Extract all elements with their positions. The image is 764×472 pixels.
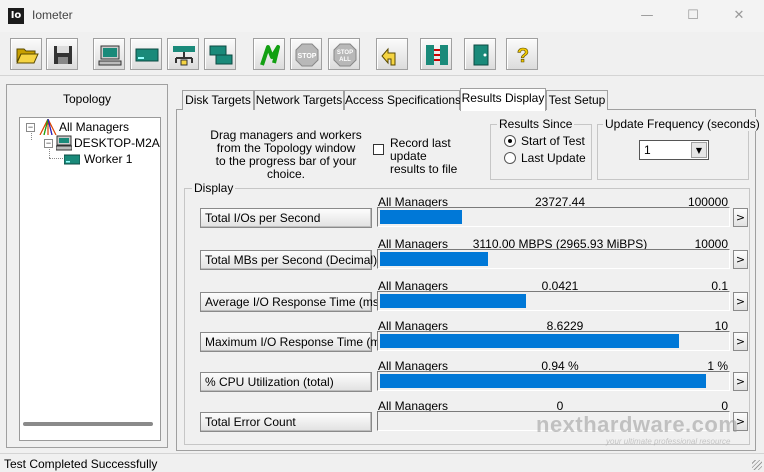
- watermark-tagline: your ultimate professional resource: [606, 437, 731, 446]
- progress-bar[interactable]: [377, 291, 730, 311]
- stop-test-button[interactable]: STOP: [290, 38, 322, 70]
- tab-access-specifications[interactable]: Access Specifications: [344, 90, 461, 110]
- record-last-update-label: Record last update results to file: [390, 137, 490, 176]
- tab-network-targets[interactable]: Network Targets: [254, 90, 344, 110]
- duplicate-worker-button[interactable]: [204, 38, 236, 70]
- window-title: Iometer: [32, 8, 73, 22]
- last-update-radio[interactable]: [504, 152, 516, 164]
- checkbox-label-line: Record last update: [390, 136, 451, 163]
- minimize-button[interactable]: —: [624, 0, 670, 32]
- disconnect-icon: [426, 45, 448, 65]
- stop-label: STOP: [298, 53, 317, 60]
- close-button[interactable]: ✕: [716, 0, 762, 32]
- new-network-worker-button[interactable]: [167, 38, 199, 70]
- green-flag-icon: [260, 45, 280, 66]
- progress-bar[interactable]: [377, 331, 730, 351]
- disconnect-manager-button[interactable]: [420, 38, 452, 70]
- start-tests-button[interactable]: [253, 38, 285, 70]
- progress-bar[interactable]: [377, 207, 730, 227]
- tab-disk-targets[interactable]: Disk Targets: [182, 90, 254, 110]
- open-config-button[interactable]: [10, 38, 42, 70]
- tab-test-setup[interactable]: Test Setup: [546, 90, 608, 110]
- progress-bar-fill: [380, 334, 679, 348]
- progress-bar-fill: [380, 210, 462, 224]
- tree-label: DESKTOP-M2AO8: [74, 136, 160, 150]
- update-frequency-title: Update Frequency (seconds): [603, 117, 762, 131]
- reset-arrow-icon: [381, 47, 396, 66]
- worker-disk-icon: [64, 154, 80, 165]
- progress-bar[interactable]: [377, 249, 730, 269]
- progress-bar-fill: [380, 374, 706, 388]
- expander-all-managers[interactable]: −: [26, 123, 35, 132]
- stop-all-label-top: STOP: [337, 50, 353, 56]
- exit-door-icon: [473, 44, 489, 66]
- update-frequency-select[interactable]: 1 ▼: [639, 140, 709, 160]
- tab-results-display[interactable]: Results Display: [460, 88, 546, 111]
- question-icon: ?: [517, 45, 530, 67]
- stop-all-button[interactable]: STOP ALL: [328, 38, 360, 70]
- more-button[interactable]: >: [733, 208, 748, 227]
- expander-desktop[interactable]: −: [44, 139, 53, 148]
- maximize-button[interactable]: ☐: [670, 0, 716, 32]
- results-since-title: Results Since: [497, 117, 575, 131]
- status-bar: Test Completed Successfully: [0, 453, 764, 472]
- stop-all-label-bottom: ALL: [339, 57, 351, 63]
- metric-select-button[interactable]: Maximum I/O Response Time (ms): [200, 332, 390, 352]
- reset-workers-button[interactable]: [376, 38, 408, 70]
- topology-panel: Topology − All Managers − DESKTOP-M2AO8 …: [6, 84, 168, 448]
- tree-label: Worker 1: [83, 151, 134, 167]
- app-icon: Io: [8, 8, 24, 24]
- title-bar: Io Iometer — ☐ ✕: [0, 0, 764, 32]
- chevron-down-icon[interactable]: ▼: [691, 142, 707, 158]
- tree-horizontal-scrollbar[interactable]: [23, 422, 153, 426]
- last-update-label: Last Update: [521, 151, 586, 165]
- more-button[interactable]: >: [733, 292, 748, 311]
- start-disk-worker-button[interactable]: [93, 38, 125, 70]
- progress-bar[interactable]: [377, 371, 730, 391]
- resize-grip-icon[interactable]: [752, 460, 762, 470]
- stop-all-icon: STOPALL: [333, 43, 357, 67]
- metric-select-button[interactable]: Total Error Count: [200, 412, 372, 432]
- duplicate-icon: [209, 45, 233, 65]
- checkbox-label-line: results to file: [390, 162, 458, 176]
- progress-bar-fill: [380, 294, 526, 308]
- tree-line: [49, 158, 63, 159]
- save-config-button[interactable]: [46, 38, 78, 70]
- metric-select-button[interactable]: Total I/Os per Second: [200, 208, 372, 228]
- metric-select-button[interactable]: Average I/O Response Time (ms): [200, 292, 383, 312]
- metric-select-button[interactable]: Total MBs per Second (Decimal): [200, 250, 377, 270]
- status-text: Test Completed Successfully: [4, 457, 158, 471]
- exit-button[interactable]: [464, 38, 496, 70]
- disk-icon: [135, 48, 159, 62]
- display-title: Display: [192, 181, 236, 195]
- network-icon: [173, 46, 195, 66]
- computer-icon: [56, 135, 72, 151]
- floppy-disk-icon: [54, 46, 72, 64]
- start-of-test-radio[interactable]: [504, 135, 516, 147]
- all-managers-icon: [39, 119, 57, 135]
- about-label: ?: [517, 45, 529, 67]
- start-of-test-label: Start of Test: [521, 134, 585, 148]
- update-frequency-value: 1: [644, 143, 651, 157]
- topology-title: Topology: [62, 92, 112, 106]
- toolbar: STOP STOP ALL ?: [0, 32, 764, 76]
- stop-icon: STOP: [295, 43, 319, 67]
- record-last-update-checkbox[interactable]: [373, 144, 384, 155]
- folder-open-icon: [16, 48, 39, 64]
- more-button[interactable]: >: [733, 250, 748, 269]
- tree-label: All Managers: [59, 120, 130, 134]
- more-button[interactable]: >: [733, 332, 748, 351]
- instructions-line: to the progress bar of your choice.: [215, 154, 357, 181]
- more-button[interactable]: >: [733, 372, 748, 391]
- watermark-text: nexthardware.com: [536, 412, 739, 437]
- start-network-worker-button[interactable]: [130, 38, 162, 70]
- progress-bar-fill: [380, 252, 488, 266]
- about-button[interactable]: ?: [506, 38, 538, 70]
- metric-select-button[interactable]: % CPU Utilization (total): [200, 372, 372, 392]
- computer-icon: [98, 45, 122, 66]
- topology-tree[interactable]: − All Managers − DESKTOP-M2AO8 Worker 1: [19, 117, 161, 441]
- drag-instructions: Drag managers and workers from the Topol…: [196, 129, 376, 181]
